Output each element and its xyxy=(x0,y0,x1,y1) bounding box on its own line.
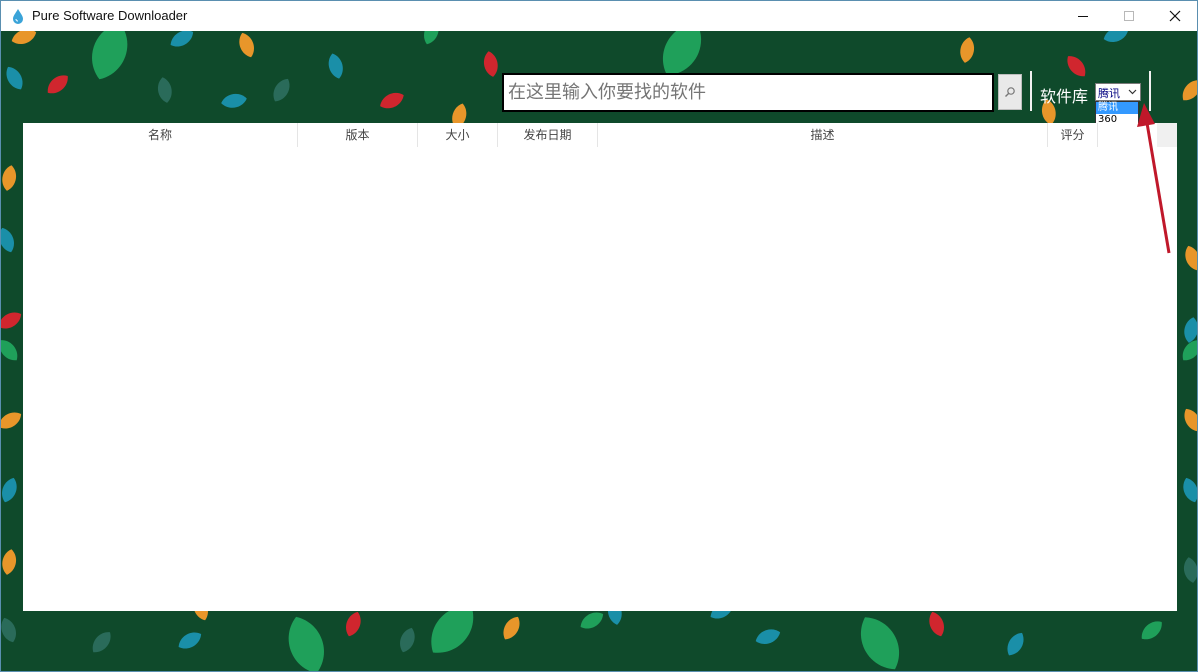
close-button[interactable] xyxy=(1152,1,1198,31)
minimize-button[interactable] xyxy=(1060,1,1106,31)
maximize-button[interactable] xyxy=(1106,1,1152,31)
maximize-icon xyxy=(1123,10,1135,22)
main-area: 软件库 腾讯 腾讯 360 名称 版本 大小 发布日期 描述 评分 xyxy=(1,31,1197,671)
app-window: Pure Software Downloader xyxy=(0,0,1198,672)
water-drop-icon xyxy=(11,8,25,24)
annotation-arrow xyxy=(1,31,1197,671)
title-bar[interactable]: Pure Software Downloader xyxy=(1,1,1197,31)
close-icon xyxy=(1169,10,1181,22)
window-title: Pure Software Downloader xyxy=(32,8,187,23)
minimize-icon xyxy=(1077,10,1089,22)
